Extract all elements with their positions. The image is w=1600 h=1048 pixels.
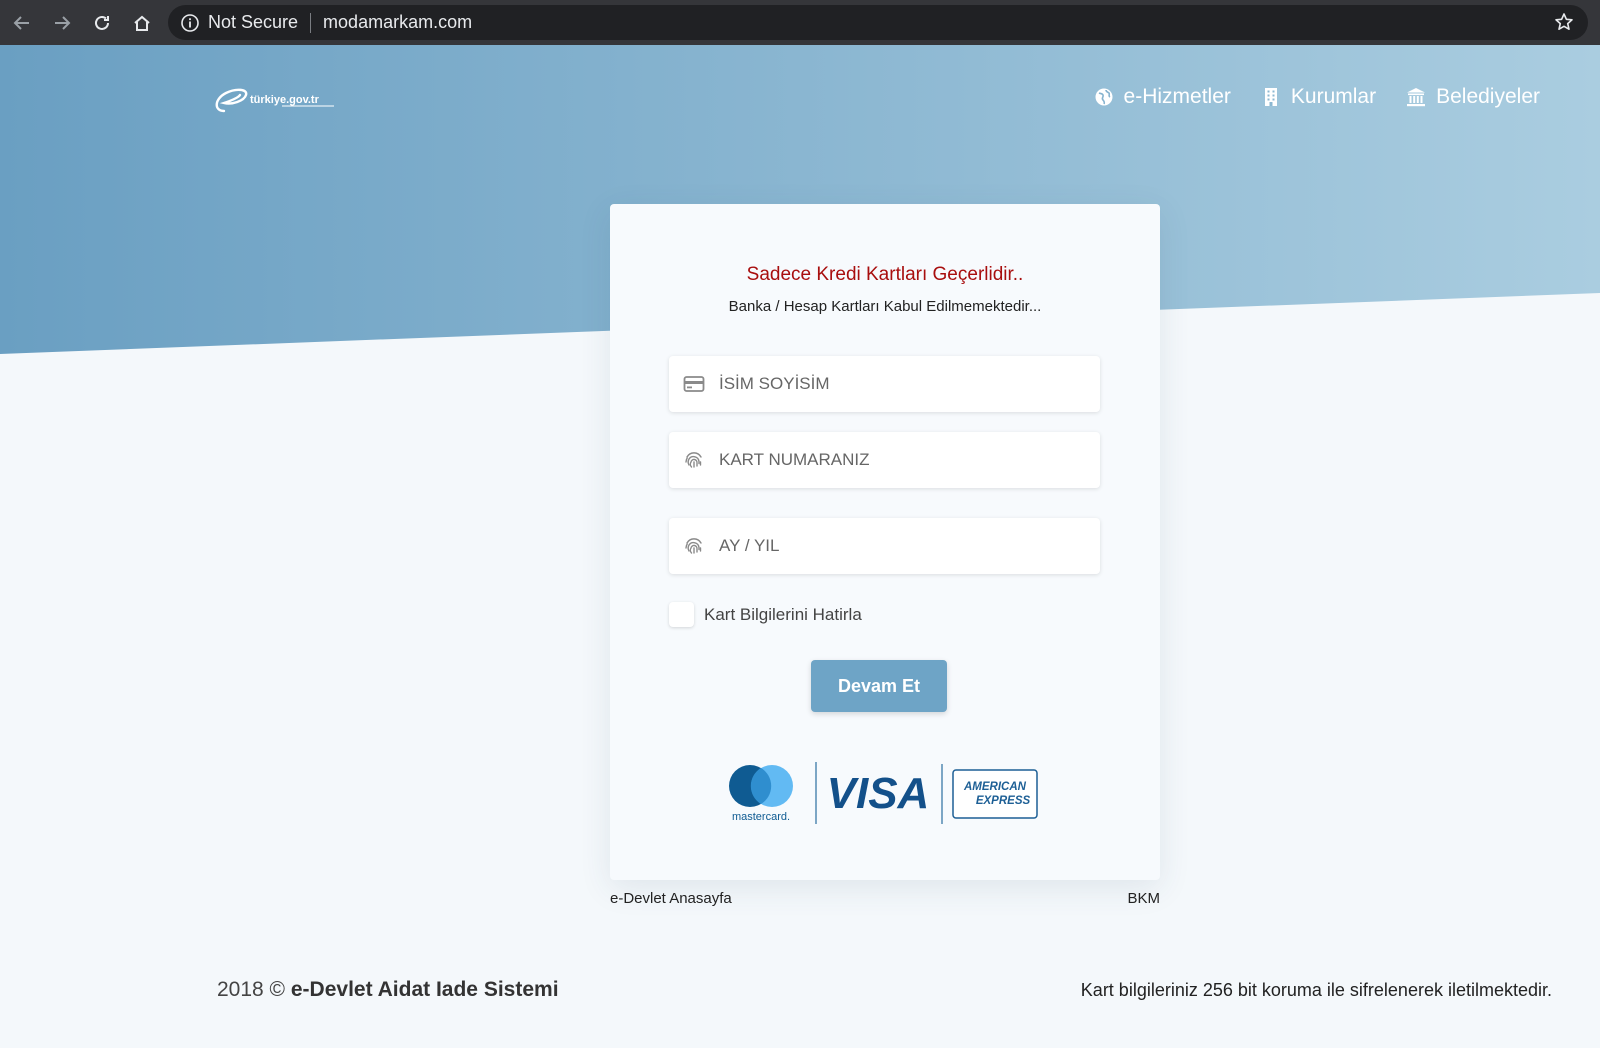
bkm-link[interactable]: BKM	[1127, 890, 1160, 907]
nav-label: e-Hizmetler	[1123, 85, 1231, 108]
mastercard-logo: mastercard.	[729, 765, 793, 823]
top-navigation: e-Hizmetler Kurumlar Belediyeler	[1094, 85, 1540, 109]
form-title: Sadece Kredi Kartları Geçerlidir..	[746, 264, 1024, 285]
amex-logo: AMERICAN EXPRESS	[952, 769, 1038, 819]
url-text: modamarkam.com	[323, 12, 473, 32]
fingerprint-icon	[685, 452, 702, 468]
visa-logo: VISA	[827, 769, 930, 818]
mastercard-text: mastercard.	[732, 811, 790, 823]
reload-icon	[95, 15, 109, 30]
card-number-input[interactable]	[719, 450, 1099, 470]
site-name: e-Devlet Aidat Iade Sistemi	[290, 978, 559, 1001]
globe-icon	[1095, 88, 1113, 106]
nav-label: Kurumlar	[1290, 85, 1377, 108]
institution-icon	[1407, 88, 1426, 107]
remember-checkbox[interactable]	[669, 602, 694, 627]
amex-text-1: AMERICAN	[963, 781, 1027, 793]
turkiye-gov-logo[interactable]: türkiye.gov.tr	[212, 81, 342, 121]
continue-button[interactable]: Devam Et	[811, 660, 947, 712]
copyright: 2018 © e-Devlet Aidat Iade Sistemi	[217, 978, 559, 1002]
nav-kurumlar[interactable]: Kurumlar	[1261, 85, 1376, 109]
building-icon	[1264, 88, 1277, 106]
card-number-field[interactable]	[669, 432, 1100, 488]
nav-e-hizmetler[interactable]: e-Hizmetler	[1094, 85, 1231, 109]
forward-button[interactable]	[42, 0, 82, 45]
name-field[interactable]	[669, 356, 1100, 412]
home-icon	[134, 15, 150, 31]
arrow-left-icon	[13, 15, 29, 30]
e-devlet-home-link[interactable]: e-Devlet Anasayfa	[610, 890, 732, 907]
security-label: Not Secure	[208, 12, 299, 32]
remember-card-option: Kart Bilgilerini Hatirla	[669, 602, 862, 627]
form-subtitle: Banka / Hesap Kartları Kabul Edilmemekte…	[728, 298, 1042, 315]
browser-toolbar: Not Secure modamarkam.com	[0, 0, 1600, 45]
amex-text-2: EXPRESS	[976, 795, 1031, 807]
info-icon[interactable]	[180, 13, 200, 33]
nav-label: Belediyeler	[1436, 85, 1540, 108]
page: türkiye.gov.tr e-Hizmetler Kurumlar Bele…	[0, 45, 1600, 1048]
back-button[interactable]	[2, 0, 42, 45]
divider	[310, 12, 312, 33]
home-button[interactable]	[122, 0, 162, 45]
credit-card-icon	[683, 376, 705, 392]
remember-label: Kart Bilgilerini Hatirla	[704, 604, 862, 624]
star-icon[interactable]	[1554, 12, 1574, 32]
arrow-right-icon	[55, 15, 71, 30]
expiry-field[interactable]	[669, 518, 1100, 574]
expiry-input[interactable]	[719, 536, 1099, 556]
reload-button[interactable]	[82, 0, 122, 45]
logo-text: türkiye.gov.tr	[250, 94, 320, 106]
copyright-year: 2018 ©	[217, 978, 286, 1001]
security-note: Kart bilgileriniz 256 bit koruma ile sif…	[1080, 980, 1552, 1000]
nav-belediyeler[interactable]: Belediyeler	[1406, 85, 1540, 109]
card-footer-links: e-Devlet Anasayfa BKM	[610, 890, 1160, 907]
name-input[interactable]	[719, 374, 1099, 394]
fingerprint-icon	[685, 538, 702, 554]
address-bar[interactable]: Not Secure modamarkam.com	[168, 5, 1588, 40]
card-brand-logos: mastercard. VISA AMERICAN EXPRESS	[729, 762, 1038, 824]
payment-card-form: Sadece Kredi Kartları Geçerlidir.. Banka…	[610, 204, 1160, 880]
